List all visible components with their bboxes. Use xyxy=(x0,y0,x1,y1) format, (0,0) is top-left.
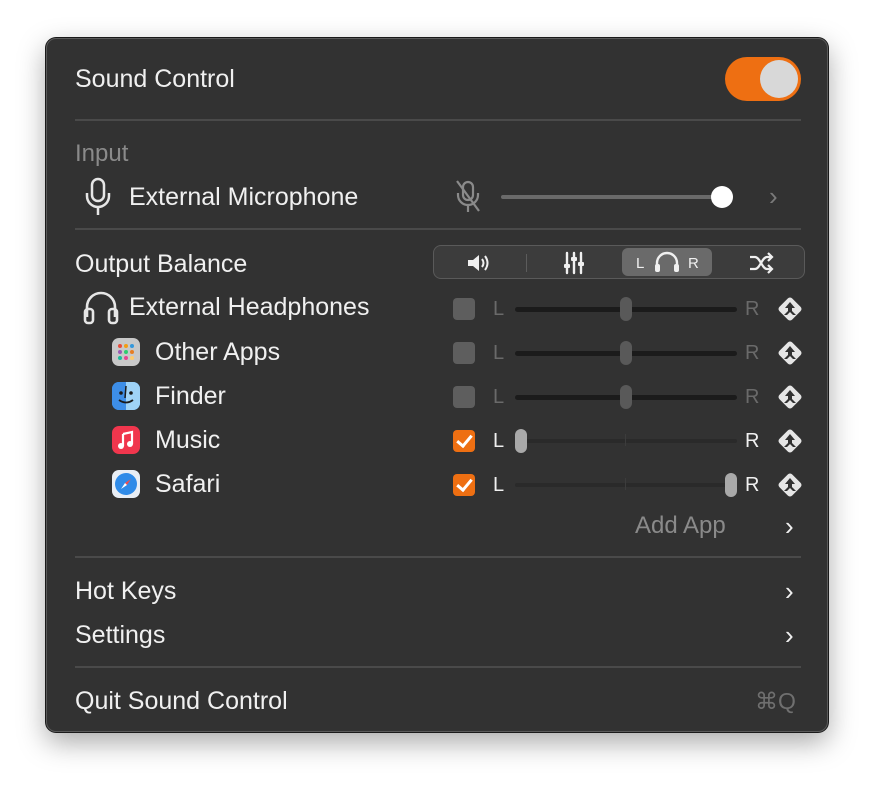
app-0-route-icon[interactable] xyxy=(775,338,805,368)
app-2-route-icon[interactable] xyxy=(775,426,805,456)
sound-control-panel: Sound Control Input External Microphone … xyxy=(46,38,828,732)
external-headphones-right-label: R xyxy=(745,298,760,320)
app-1-route-icon[interactable] xyxy=(775,382,805,412)
segment-divider xyxy=(526,254,527,272)
input-device-name: External Microphone xyxy=(129,183,359,211)
app-3-right-label: R xyxy=(745,474,760,496)
music-icon xyxy=(112,426,140,454)
panel-title: Sound Control xyxy=(75,65,235,93)
divider xyxy=(75,666,801,668)
quit-menu-item[interactable]: Quit Sound Control xyxy=(75,686,288,716)
volume-icon[interactable] xyxy=(466,252,492,274)
equalizer-icon[interactable] xyxy=(562,251,586,275)
app-3-checkbox[interactable] xyxy=(453,474,475,496)
toggle-knob xyxy=(760,60,798,98)
divider xyxy=(75,119,801,121)
headphones-icon xyxy=(82,289,120,325)
input-section-label: Input xyxy=(75,140,129,167)
app-3-balance-track[interactable] xyxy=(515,483,737,487)
divider xyxy=(75,228,801,230)
output-device-name: External Headphones xyxy=(129,293,370,321)
app-2-center-tick xyxy=(625,434,626,446)
divider xyxy=(75,556,801,558)
app-2-balance-track[interactable] xyxy=(515,439,737,443)
external-headphones-checkbox[interactable] xyxy=(453,298,475,320)
other-apps-icon xyxy=(112,338,140,366)
app-2-balance-knob[interactable] xyxy=(515,429,527,453)
app-name: Finder xyxy=(155,382,226,410)
sound-control-toggle[interactable] xyxy=(725,57,801,101)
app-1-checkbox[interactable] xyxy=(453,386,475,408)
add-app-button[interactable]: Add App xyxy=(635,511,726,541)
app-1-balance-knob[interactable] xyxy=(620,385,632,409)
app-2-right-label: R xyxy=(745,430,760,452)
hot-keys-chevron-icon[interactable]: › xyxy=(785,577,794,605)
shuffle-icon[interactable] xyxy=(748,252,774,274)
output-section-label: Output Balance xyxy=(75,250,248,278)
mute-microphone-icon[interactable] xyxy=(453,179,483,215)
input-details-chevron-icon[interactable]: › xyxy=(769,182,778,210)
app-3-center-tick xyxy=(625,478,626,490)
app-name: Safari xyxy=(155,470,221,498)
app-0-left-label: L xyxy=(493,342,505,364)
input-volume-track[interactable] xyxy=(501,195,733,199)
balance-mode-right-label: R xyxy=(688,255,699,272)
external-headphones-route-icon[interactable] xyxy=(775,294,805,324)
settings-menu-item[interactable]: Settings xyxy=(75,620,165,650)
add-app-chevron-icon[interactable]: › xyxy=(785,512,794,540)
app-0-balance-knob[interactable] xyxy=(620,341,632,365)
balance-icon[interactable]: L R xyxy=(634,251,704,275)
microphone-icon xyxy=(83,177,113,217)
app-3-route-icon[interactable] xyxy=(775,470,805,500)
quit-shortcut: ⌘Q xyxy=(755,688,796,714)
balance-mode-left-label: L xyxy=(636,255,645,272)
input-volume-knob[interactable] xyxy=(711,186,733,208)
safari-icon xyxy=(112,470,140,498)
app-0-right-label: R xyxy=(745,342,760,364)
app-name: Music xyxy=(155,426,221,454)
app-2-left-label: L xyxy=(493,430,505,452)
app-2-checkbox[interactable] xyxy=(453,430,475,452)
external-headphones-balance-knob[interactable] xyxy=(620,297,632,321)
app-1-right-label: R xyxy=(745,386,760,408)
output-mode-segmented-control[interactable]: L R xyxy=(433,245,805,279)
hot-keys-menu-item[interactable]: Hot Keys xyxy=(75,576,176,606)
finder-icon xyxy=(112,382,140,410)
app-0-checkbox[interactable] xyxy=(453,342,475,364)
app-name: Other Apps xyxy=(155,338,281,366)
app-1-left-label: L xyxy=(493,386,505,408)
external-headphones-left-label: L xyxy=(493,298,505,320)
app-3-left-label: L xyxy=(493,474,505,496)
settings-chevron-icon[interactable]: › xyxy=(785,621,794,649)
app-3-balance-knob[interactable] xyxy=(725,473,737,497)
